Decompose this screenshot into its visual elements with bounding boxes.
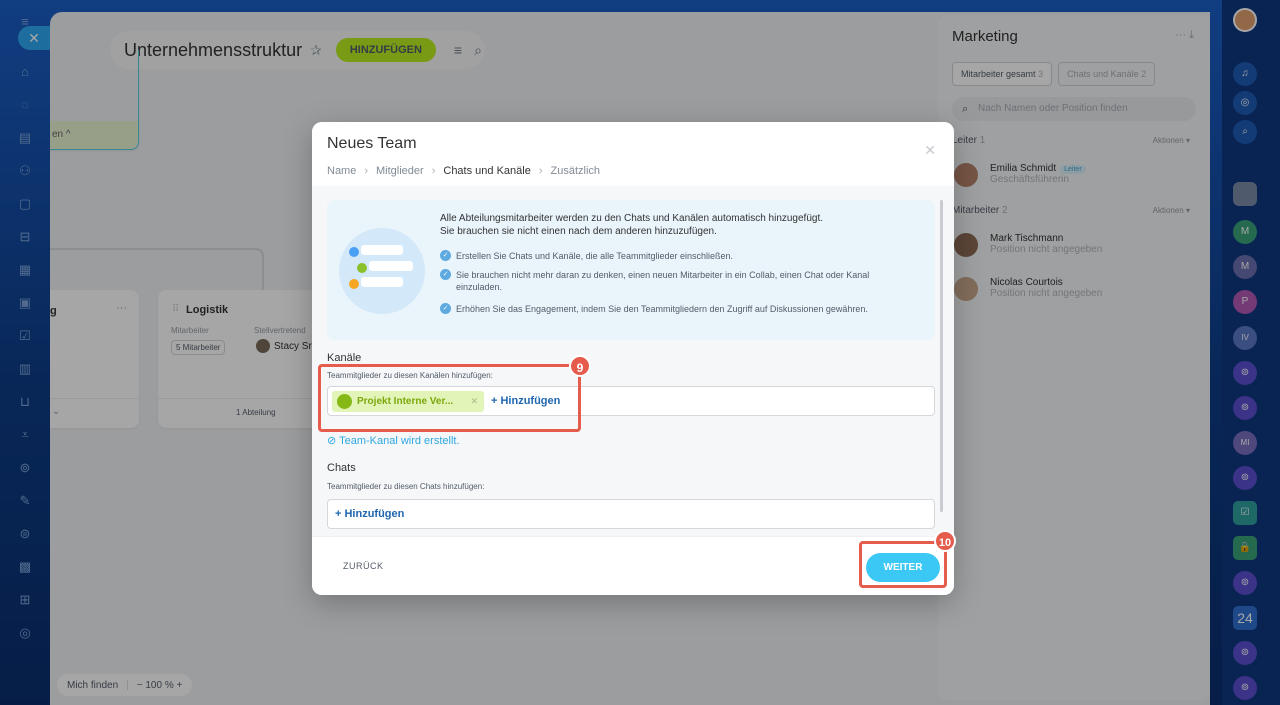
highlight-next [859, 541, 947, 588]
channel-status: ⊘ Team-Kanal wird erstellt. [327, 435, 460, 447]
chevron-right-icon: › [431, 165, 436, 177]
chat-illustration [339, 228, 425, 314]
check-icon: ✓ [440, 250, 451, 261]
add-chat-link[interactable]: + Hinzufügen [335, 508, 404, 520]
info-box: Alle Abteilungsmitarbeiter werden zu den… [327, 200, 935, 340]
dialog-footer: ZURÜCK WEITER [312, 536, 954, 595]
info-bullet: ✓ Erstellen Sie Chats und Kanäle, die all… [440, 250, 910, 262]
dialog-header: Neues Team ✕ Name › Mitglieder › Chats u… [312, 122, 954, 186]
close-icon[interactable]: ✕ [924, 142, 936, 159]
dialog-body: Alle Abteilungsmitarbeiter werden zu den… [312, 186, 954, 536]
back-button[interactable]: ZURÜCK [343, 561, 384, 571]
chats-sublabel: Teammitglieder zu diesen Chats hinzufüge… [327, 482, 485, 491]
chats-label: Chats [327, 462, 356, 474]
scrollbar[interactable] [940, 200, 943, 512]
highlight-channels [318, 364, 581, 432]
channels-label: Kanäle [327, 352, 362, 364]
check-circle-icon: ⊘ [327, 435, 337, 447]
step-name[interactable]: Name [327, 165, 356, 177]
check-icon: ✓ [440, 303, 451, 314]
dialog-title: Neues Team [327, 135, 417, 152]
check-icon: ✓ [440, 269, 451, 280]
chats-field[interactable]: + Hinzufügen [327, 499, 935, 529]
new-team-dialog: Neues Team ✕ Name › Mitglieder › Chats u… [312, 122, 954, 595]
step-badge-9: 9 [569, 355, 591, 377]
step-chats-channels[interactable]: Chats und Kanäle [443, 165, 530, 177]
step-members[interactable]: Mitglieder [376, 165, 424, 177]
step-badge-10: 10 [934, 530, 956, 552]
info-heading: Alle Abteilungsmitarbeiter werden zu den… [440, 213, 824, 237]
step-additional[interactable]: Zusätzlich [551, 165, 601, 177]
info-bullet: ✓ Sie brauchen nicht mehr daran zu denken… [440, 269, 910, 293]
chevron-right-icon: › [364, 165, 369, 177]
wizard-breadcrumb: Name › Mitglieder › Chats und Kanäle › Z… [327, 165, 600, 177]
info-bullet: ✓ Erhöhen Sie das Engagement, indem Sie d… [440, 303, 910, 315]
chevron-right-icon: › [538, 165, 543, 177]
